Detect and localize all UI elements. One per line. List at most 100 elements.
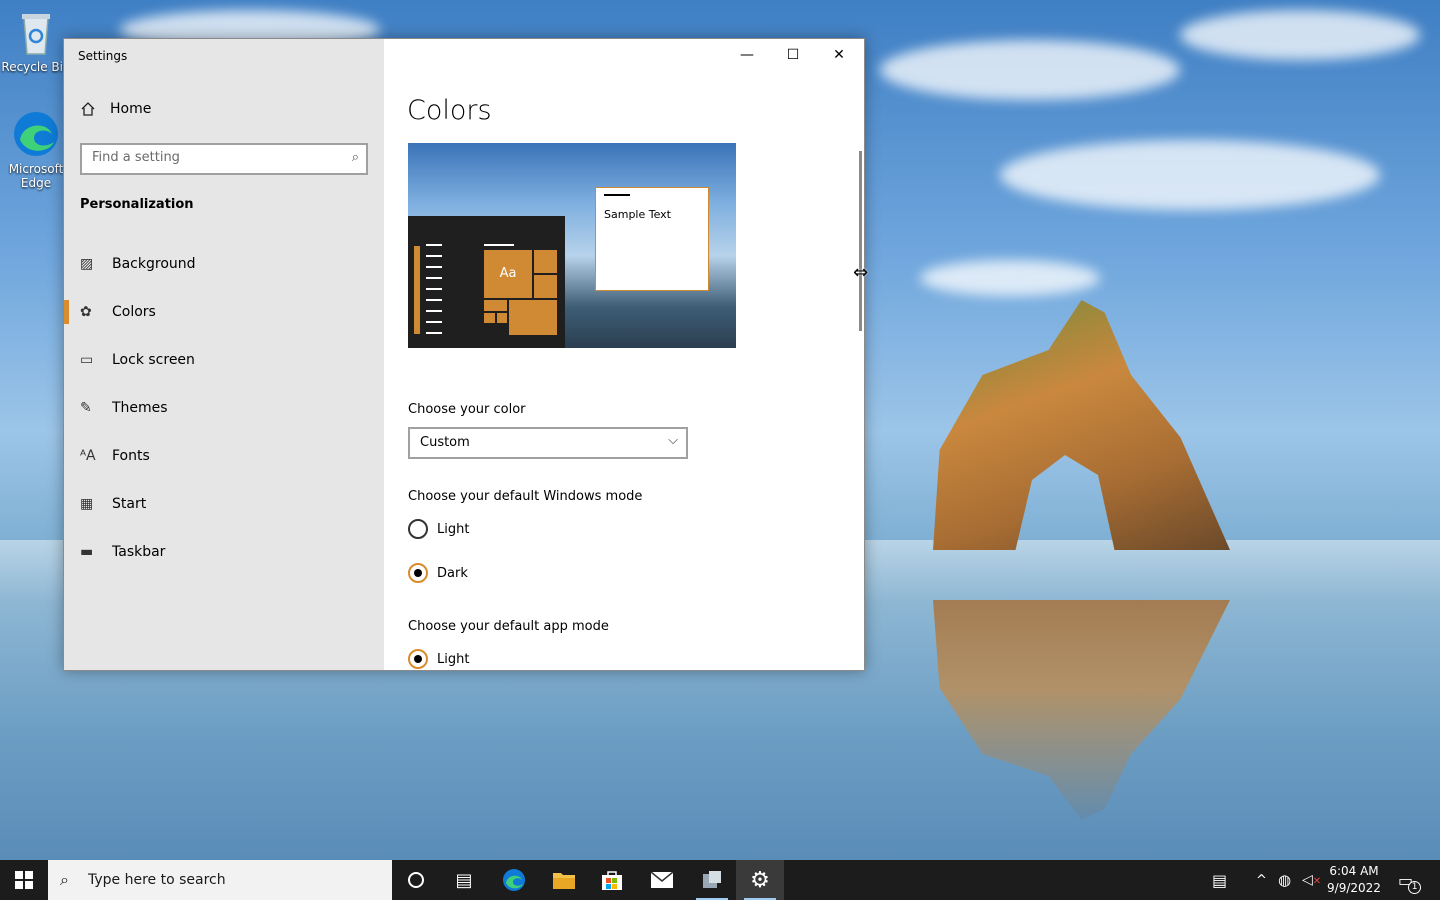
edge-taskbar-button[interactable] [490, 860, 538, 900]
nav-item-taskbar[interactable]: ▬ Taskbar [64, 532, 384, 572]
fonts-icon: ᴬA [80, 448, 96, 464]
file-explorer-button[interactable] [540, 860, 588, 900]
nav-item-fonts[interactable]: ᴬA Fonts [64, 436, 384, 476]
news-icon: ▤ [1212, 870, 1228, 890]
task-view-icon: ▤ [455, 869, 473, 891]
home-button[interactable]: Home [80, 101, 151, 117]
color-preview: Aa Sample Text [408, 143, 736, 348]
close-button[interactable]: ✕ [816, 39, 862, 71]
recycle-bin-label: Recycle Bin [1, 60, 71, 74]
nav-item-background[interactable]: ▨ Background [64, 244, 384, 284]
windows-mode-light-radio[interactable]: Light [408, 519, 469, 539]
search-icon: ⌕ [351, 150, 359, 165]
globe-icon: ◍ [1278, 871, 1292, 889]
settings-window: Settings Home Find a setting ⌕ Personali… [63, 38, 865, 671]
app-mode-label: Choose your default app mode [408, 619, 609, 634]
desktop-icon-edge[interactable]: Microsoft Edge [0, 110, 72, 190]
preview-sample-text: Sample Text [604, 208, 671, 221]
mail-icon [650, 871, 674, 888]
resize-cursor-icon: ⇔ [853, 262, 869, 283]
find-setting-input[interactable]: Find a setting ⌕ [80, 143, 368, 175]
close-icon: ✕ [833, 47, 845, 63]
color-select[interactable]: Custom ⌵ [408, 427, 688, 459]
nav-item-themes[interactable]: ✎ Themes [64, 388, 384, 428]
taskbar-search-placeholder: Type here to search [88, 872, 226, 888]
gear-icon: ⚙ [750, 867, 770, 893]
nav-item-colors[interactable]: ✿ Colors [64, 292, 384, 332]
notification-count-badge: 1 [1408, 880, 1422, 894]
chevron-down-icon: ⌵ [668, 433, 678, 448]
news-button[interactable]: ▤ [1212, 860, 1227, 900]
clock[interactable]: 6:04 AM 9/9/2022 [1320, 863, 1388, 897]
windows-mode-label: Choose your default Windows mode [408, 489, 643, 504]
nav-item-label: Taskbar [112, 544, 166, 560]
find-setting-placeholder: Find a setting [92, 150, 180, 165]
home-label: Home [110, 101, 152, 117]
clock-time: 6:04 AM [1329, 864, 1379, 878]
start-button[interactable] [0, 860, 48, 900]
show-hidden-icons-button[interactable]: ^ [1256, 860, 1267, 900]
speaker-muted-icon: ◁✕ [1302, 872, 1322, 888]
recycle-bin-icon [22, 14, 50, 55]
lock-screen-icon: ▭ [80, 352, 94, 368]
settings-taskbar-button[interactable]: ⚙ [736, 860, 784, 900]
windows-logo-icon [15, 871, 33, 889]
themes-icon: ✎ [80, 400, 92, 416]
nav-item-label: Start [112, 496, 147, 512]
taskbar-search-box[interactable]: ⌕ Type here to search [48, 860, 392, 900]
home-icon [81, 102, 95, 116]
radio-circle [408, 563, 428, 583]
preview-window: Sample Text [595, 187, 709, 291]
app-mode-light-radio[interactable]: Light [408, 649, 469, 669]
maximize-icon: ☐ [786, 47, 800, 63]
cortana-button[interactable] [392, 860, 440, 900]
section-title: Personalization [80, 197, 194, 212]
windows-mode-dark-radio[interactable]: Dark [408, 563, 468, 583]
task-view-button[interactable]: ▤ [440, 860, 488, 900]
preview-tile-label: Aa [499, 266, 517, 281]
app-taskbar-button[interactable] [688, 860, 736, 900]
nav-item-start[interactable]: ▦ Start [64, 484, 384, 524]
window-title: Settings [78, 49, 128, 63]
radio-label: Light [437, 521, 470, 537]
store-button[interactable] [588, 860, 636, 900]
preview-start-menu: Aa [408, 216, 565, 348]
nav-item-label: Themes [112, 400, 168, 416]
network-button[interactable]: ◍ [1278, 860, 1291, 900]
chevron-up-icon: ^ [1256, 872, 1267, 888]
nav-item-label: Lock screen [112, 352, 195, 368]
cortana-icon [408, 872, 424, 888]
edge-label: Microsoft Edge [8, 162, 64, 190]
nav-item-label: Background [112, 256, 196, 272]
color-select-value: Custom [420, 435, 470, 450]
radio-label: Dark [437, 565, 468, 581]
taskbar: ⌕ Type here to search ▤ ⚙ ▤ ^ ◍ ◁✕ 6:04 … [0, 860, 1440, 900]
mail-button[interactable] [638, 860, 686, 900]
nav-item-label: Colors [112, 304, 156, 320]
navigation-pane: Settings Home Find a setting ⌕ Personali… [64, 39, 384, 670]
choose-color-label: Choose your color [408, 402, 526, 417]
nav-item-label: Fonts [112, 448, 150, 464]
clock-date: 9/9/2022 [1327, 881, 1381, 895]
edge-icon [14, 112, 58, 156]
volume-button[interactable]: ◁✕ [1302, 860, 1321, 900]
palette-icon: ✿ [80, 304, 92, 320]
content-scrollbar[interactable] [859, 151, 862, 331]
edge-icon [503, 869, 525, 891]
minimize-button[interactable]: — [724, 39, 770, 71]
folder-icon [553, 873, 575, 889]
radio-circle [408, 649, 428, 669]
notification-icon: ▭ 1 [1398, 871, 1422, 894]
desktop-icon-recycle-bin[interactable]: Recycle Bin [0, 8, 72, 74]
minimize-icon: — [740, 47, 754, 63]
action-center-button[interactable]: ▭ 1 [1398, 860, 1422, 900]
radio-circle [408, 519, 428, 539]
nav-item-lock-screen[interactable]: ▭ Lock screen [64, 340, 384, 380]
search-icon: ⌕ [60, 870, 69, 889]
page-title: Colors [407, 95, 492, 126]
maximize-button[interactable]: ☐ [770, 39, 816, 71]
app-window-icon [703, 871, 721, 888]
radio-label: Light [437, 651, 470, 667]
image-icon: ▨ [80, 256, 94, 272]
start-icon: ▦ [80, 496, 94, 512]
